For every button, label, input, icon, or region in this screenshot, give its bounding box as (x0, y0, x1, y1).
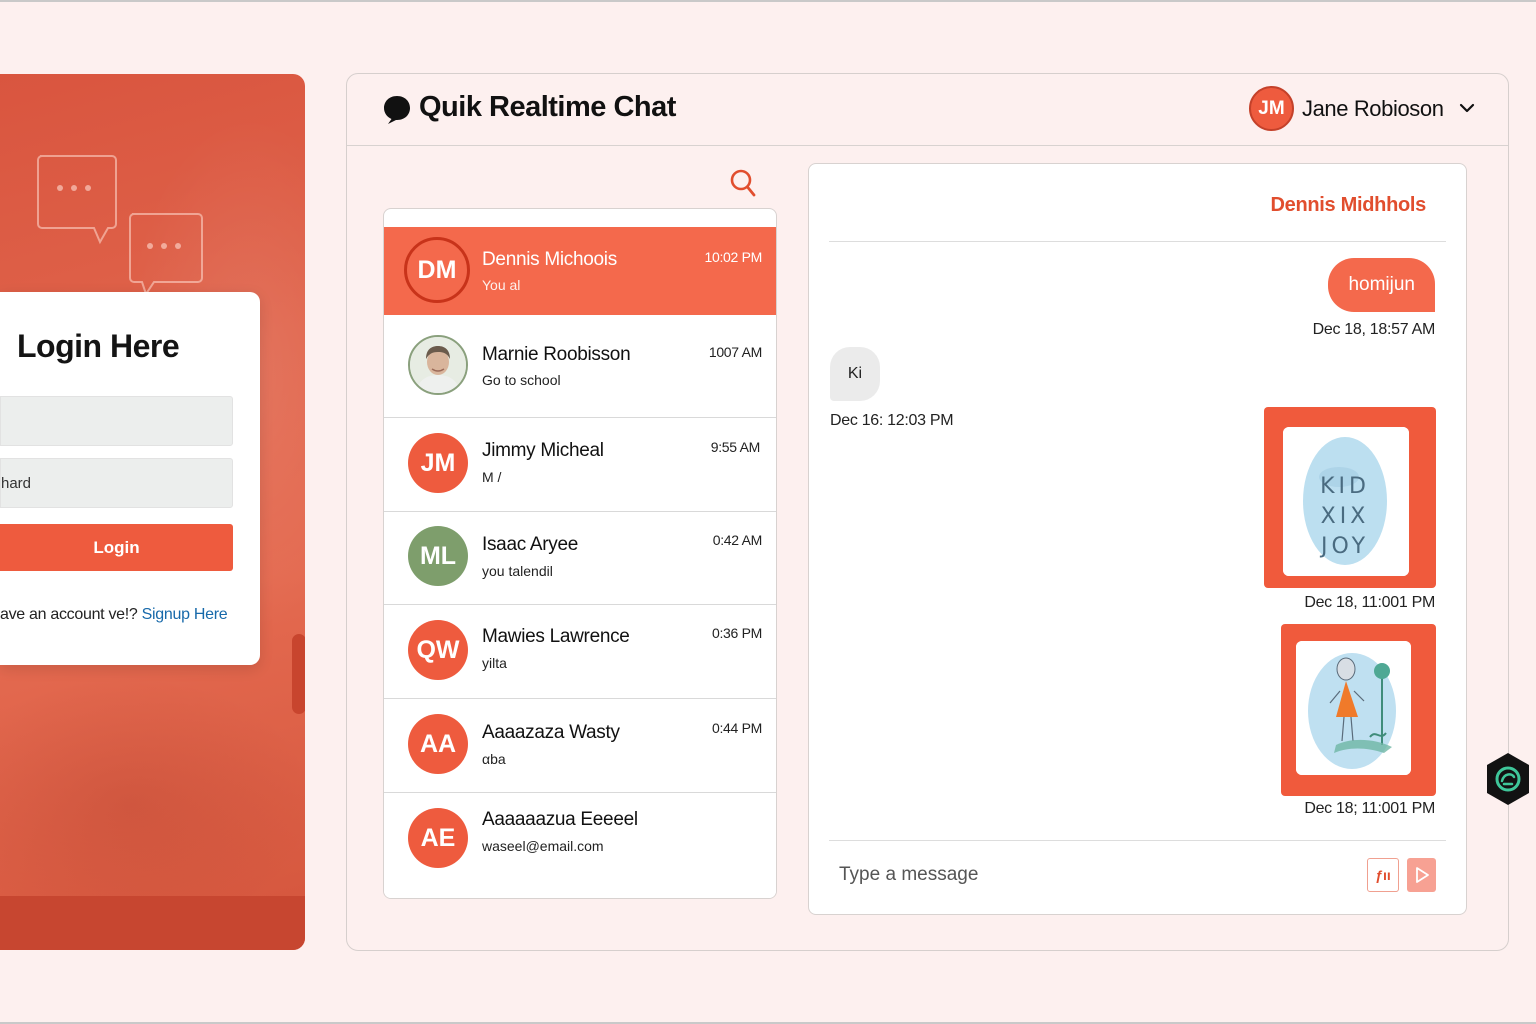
image-message[interactable] (1281, 624, 1436, 796)
app-title: Quik Realtime Chat (419, 91, 676, 123)
conversation-time: 10:02 PM (704, 249, 762, 265)
conversation-name: Isaac Aryee (482, 534, 578, 555)
chat-bubble-icon (384, 96, 410, 124)
conversation-item[interactable]: AA Aaaazaza Wasty αba 0:44 PM (384, 699, 776, 793)
conversation-name: Marnie Roobisson (482, 344, 631, 365)
send-icon (1415, 867, 1429, 883)
search-icon[interactable] (729, 168, 757, 198)
conversation-item[interactable]: ML Isaac Aryee you talendil 0:42 AM (384, 512, 776, 605)
conversation-item[interactable]: Marnie Roobisson Go to school 1007 AM (384, 315, 776, 418)
username-field[interactable] (0, 396, 233, 446)
conversation-time: 1007 AM (708, 344, 762, 360)
message-timestamp: Dec 18, 18:57 AM (1312, 321, 1436, 338)
conversation-time: 0:36 PM (711, 625, 762, 641)
chat-pane: Dennis Midhhols homijun Dec 18, 18:57 AM… (808, 163, 1467, 915)
svg-text:XIX: XIX (1321, 504, 1370, 529)
conversation-list: DM Dennis Michoois You al 10:02 PM Marni… (383, 208, 777, 899)
conversation-preview: yilta (482, 655, 507, 671)
chat-app-window: Quik Realtime Chat JM Jane Robioson DM D… (346, 73, 1509, 951)
conversation-item[interactable]: AE Aaaaaazua Eeeeel waseel@email.com (384, 793, 776, 898)
conversation-item[interactable]: DM Dennis Michoois You al 10:02 PM (384, 227, 776, 315)
message-timestamp: Dec 16: 12:03 PM (830, 412, 954, 429)
conversation-preview: M / (482, 469, 502, 485)
avatar-photo (408, 335, 468, 395)
message-timestamp: Dec 18; 11:001 PM (1304, 800, 1435, 817)
conversation-name: Aaaazaza Wasty (482, 722, 620, 743)
incoming-message: Ki (830, 347, 880, 401)
svg-text:JOY: JOY (1319, 534, 1369, 559)
image-message[interactable]: KID XIX JOY (1264, 407, 1436, 588)
child-drawing-image[interactable] (1296, 641, 1411, 775)
compose-divider (829, 840, 1446, 841)
conversation-preview: αba (482, 751, 506, 767)
conversation-time: 9:55 AM (710, 439, 761, 455)
extension-badge-icon[interactable] (1484, 751, 1532, 807)
chat-contact-name: Dennis Midhhols (1270, 194, 1426, 216)
chat-bubbles-decor-icon-2 (129, 213, 203, 296)
login-title: Login Here (17, 328, 180, 364)
avatar: DM (404, 237, 470, 303)
svg-text:KID: KID (1320, 474, 1370, 499)
conversation-time: 0:42 AM (712, 532, 763, 548)
conversation-preview: you talendil (482, 563, 553, 579)
avatar: ML (408, 526, 468, 586)
password-field[interactable]: hard (0, 458, 233, 508)
conversation-name: Mawies Lawrence (482, 626, 630, 647)
conversation-preview: waseel@email.com (482, 838, 604, 854)
avatar: AA (408, 714, 468, 774)
message-input[interactable] (829, 856, 1349, 894)
conversation-item[interactable]: QW Mawies Lawrence yilta 0:36 PM (384, 605, 776, 699)
login-button[interactable]: Login (0, 524, 233, 571)
avatar: AE (408, 808, 468, 868)
chat-header-divider (829, 241, 1446, 242)
conversation-preview: You al (482, 277, 521, 293)
outgoing-message: homijun (1328, 258, 1435, 312)
conversation-time: 0:44 PM (711, 720, 762, 736)
message-timestamp: Dec 18, 11:001 PM (1304, 594, 1435, 611)
chat-bubbles-decor-icon (37, 155, 117, 245)
emoji-button[interactable]: ƒıı (1367, 858, 1399, 892)
conversation-name: Aaaaaazua Eeeeel (482, 809, 638, 830)
signup-prompt-text: ave an account ve!? (0, 606, 142, 623)
top-border (0, 0, 1536, 2)
send-button[interactable] (1407, 858, 1436, 892)
signup-link[interactable]: Signup Here (142, 606, 228, 623)
conversation-item[interactable]: JM Jimmy Micheal M / 9:55 AM (384, 418, 776, 512)
signup-prompt: ave an account ve!? Signup Here (0, 606, 228, 624)
conversation-name: Jimmy Micheal (482, 440, 604, 461)
user-name[interactable]: Jane Robioson (1302, 96, 1444, 122)
user-avatar[interactable]: JM (1249, 86, 1294, 131)
conversation-name: Dennis Michoois (482, 249, 617, 270)
app-header: Quik Realtime Chat JM Jane Robioson (347, 74, 1508, 146)
conversation-preview: Go to school (482, 372, 561, 388)
chevron-down-icon[interactable] (1459, 102, 1475, 114)
avatar: JM (408, 433, 468, 493)
kid-joy-image[interactable]: KID XIX JOY (1283, 427, 1409, 576)
avatar: QW (408, 620, 468, 680)
